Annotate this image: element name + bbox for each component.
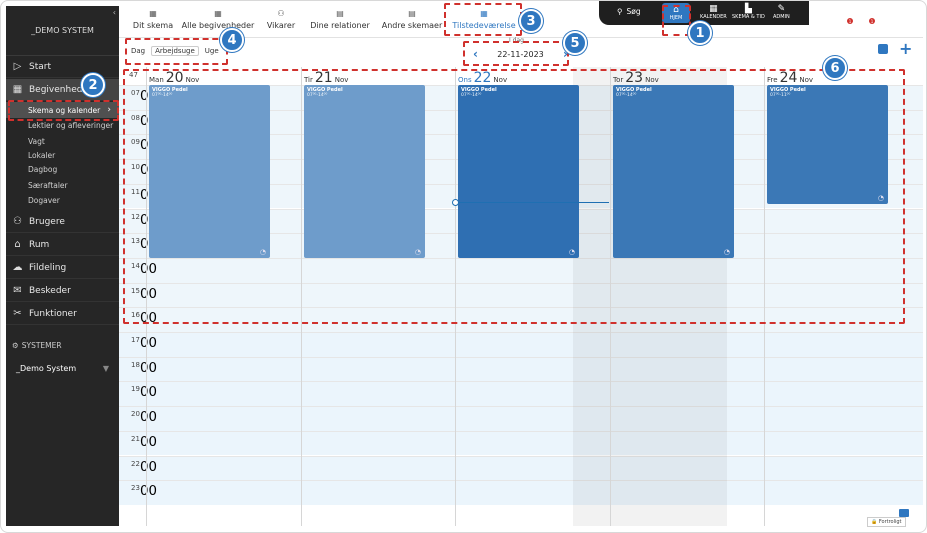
callout-5: 5 (563, 31, 587, 55)
calendar-nav-button[interactable]: ▦ KALENDER (700, 4, 727, 20)
sidebar-subitem[interactable]: Lokaler (28, 151, 55, 160)
sidebar-item-label: Brugere (29, 216, 65, 227)
sidebar-item-beskeder[interactable]: ✉ Beskeder (6, 280, 119, 302)
docs-label: DOCS (809, 14, 824, 20)
notifications-button[interactable]: ♫ (858, 4, 869, 18)
sidebar-item-funktioner[interactable]: ✂ Funktioner (6, 303, 119, 325)
callout-4: 4 (220, 28, 244, 52)
print-icon[interactable] (899, 509, 909, 517)
tab-label: Andre skemaer (381, 21, 443, 30)
search-label: Søg (626, 7, 641, 16)
hour-label: 23 (131, 484, 140, 493)
callout-6: 6 (823, 56, 847, 80)
tab-andre-skemaer[interactable]: ▤ Andre skemaer (381, 8, 443, 36)
mail-badge: 1 (847, 18, 853, 24)
sidebar-item-label: Start (29, 61, 51, 72)
systemer-heading: ⚙ SYSTEMER (12, 341, 62, 350)
sidebar-item-brugere[interactable]: ⚇ Brugere (6, 211, 119, 233)
docs-button[interactable]: ▯ DOCS (809, 4, 823, 20)
calendar-icon: ▦ (149, 9, 157, 18)
tools-icon: ✂ (13, 308, 22, 319)
brand-label: _DEMO SYSTEM (6, 6, 119, 56)
search-icon: ⚲ (617, 7, 623, 16)
collapse-sidebar-icon[interactable]: ‹ (113, 8, 116, 17)
callout-3: 3 (519, 9, 543, 33)
annotation-box-5 (463, 41, 569, 66)
hour-label: 17 (131, 336, 140, 344)
callout-2: 2 (81, 73, 105, 97)
tab-label: Vikarer (266, 21, 296, 30)
chat-icon: ✉ (13, 285, 22, 296)
tab-dine-relationer[interactable]: ▤ Dine relationer (309, 8, 371, 36)
confidential-label: 🔒 Fortroligt (867, 517, 906, 527)
schedule-time-button[interactable]: ▙ SKEMA & TID (732, 4, 765, 20)
sidebar-item-label: Funktioner (29, 308, 77, 319)
sidebar-item-label: Beskeder (29, 285, 71, 296)
calendar-icon: ▦ (709, 4, 718, 14)
annotation-box-3 (444, 3, 522, 36)
calendar-icon: ▦ (214, 9, 222, 18)
annotation-box-2 (8, 100, 119, 121)
tab-dit-skema[interactable]: ▦ Dit skema (133, 8, 173, 36)
sidebar-item-label: Rum (29, 239, 50, 250)
hour-label: 21 (131, 434, 140, 443)
color-legend-button[interactable] (878, 44, 888, 54)
hour-label: 20 (131, 410, 140, 419)
system-select[interactable]: _Demo System (16, 364, 76, 373)
document-icon: ▯ (813, 4, 819, 14)
sidebar-subitem[interactable]: Dogaver (28, 196, 60, 205)
hour-label: 19 (131, 385, 140, 394)
mail-button[interactable]: ✉ (835, 4, 846, 18)
callout-1: 1 (688, 21, 712, 45)
bell-icon: ♫ (858, 4, 869, 18)
confidential-text: Fortroligt (878, 519, 902, 525)
hour-label: 18 (131, 360, 140, 369)
sidebar-subitem[interactable]: Vagt (28, 137, 45, 146)
sidebar-item-fildeling[interactable]: ☁ Fildeling (6, 257, 119, 279)
bell-badge: 1 (869, 18, 875, 24)
admin-label: ADMIN (773, 14, 790, 20)
wrench-icon: ⚙ (12, 341, 19, 350)
mail-icon: ✉ (835, 4, 846, 18)
tab-label: Dit skema (132, 21, 174, 30)
schedule-icon: ▤ (408, 9, 416, 18)
tab-vikarer[interactable]: ⚇ Vikarer (264, 8, 298, 36)
play-icon: ▷ (13, 61, 22, 72)
tab-label: Alle begivenheder (181, 21, 255, 30)
book-icon: ▙ (744, 4, 752, 14)
user-icon: ☺ (900, 3, 913, 17)
tab-label: Dine relationer (310, 21, 370, 30)
admin-button[interactable]: ✎ ADMIN (773, 4, 790, 20)
sidebar-item-label: Fildeling (29, 262, 67, 273)
tab-alle-begivenheder[interactable]: ▦ Alle begivenheder (181, 8, 255, 36)
schedule-time-label: SKEMA & TID (732, 14, 765, 20)
caret-down-icon[interactable]: ▼ (103, 364, 109, 373)
calendar-icon: ▦ (12, 84, 23, 95)
annotation-box-6 (123, 69, 905, 324)
sidebar-item-rum[interactable]: ⌂ Rum (6, 234, 119, 256)
cloud-icon: ☁ (12, 262, 23, 273)
calendar-nav-label: KALENDER (700, 14, 727, 20)
room-icon: ⌂ (14, 239, 21, 250)
help-button[interactable]: ? (880, 4, 886, 17)
annotation-box-1 (662, 5, 691, 36)
systemer-label: SYSTEMER (21, 341, 62, 350)
wrench-icon: ✎ (777, 4, 786, 14)
people-icon: ⚇ (277, 9, 285, 18)
sidebar-subitem[interactable]: Dagbog (28, 165, 57, 174)
search-button[interactable]: ⚲ Søg (617, 7, 641, 16)
sidebar-subitem[interactable]: Lektier og afleveringer (28, 121, 113, 130)
users-icon: ⚇ (13, 216, 22, 227)
app-window: _DEMO SYSTEM ‹ ▷ Start ▦ Begivenheder Sk… (0, 0, 927, 533)
help-icon: ? (880, 4, 886, 17)
relations-icon: ▤ (336, 9, 344, 18)
hour-label: 22 (131, 459, 140, 468)
annotation-box-4 (125, 38, 228, 65)
sidebar-item-start[interactable]: ▷ Start (6, 56, 119, 78)
add-event-button[interactable]: + (899, 39, 912, 58)
profile-button[interactable]: ☺ (900, 3, 913, 17)
sidebar-subitem[interactable]: Særaftaler (28, 181, 68, 190)
